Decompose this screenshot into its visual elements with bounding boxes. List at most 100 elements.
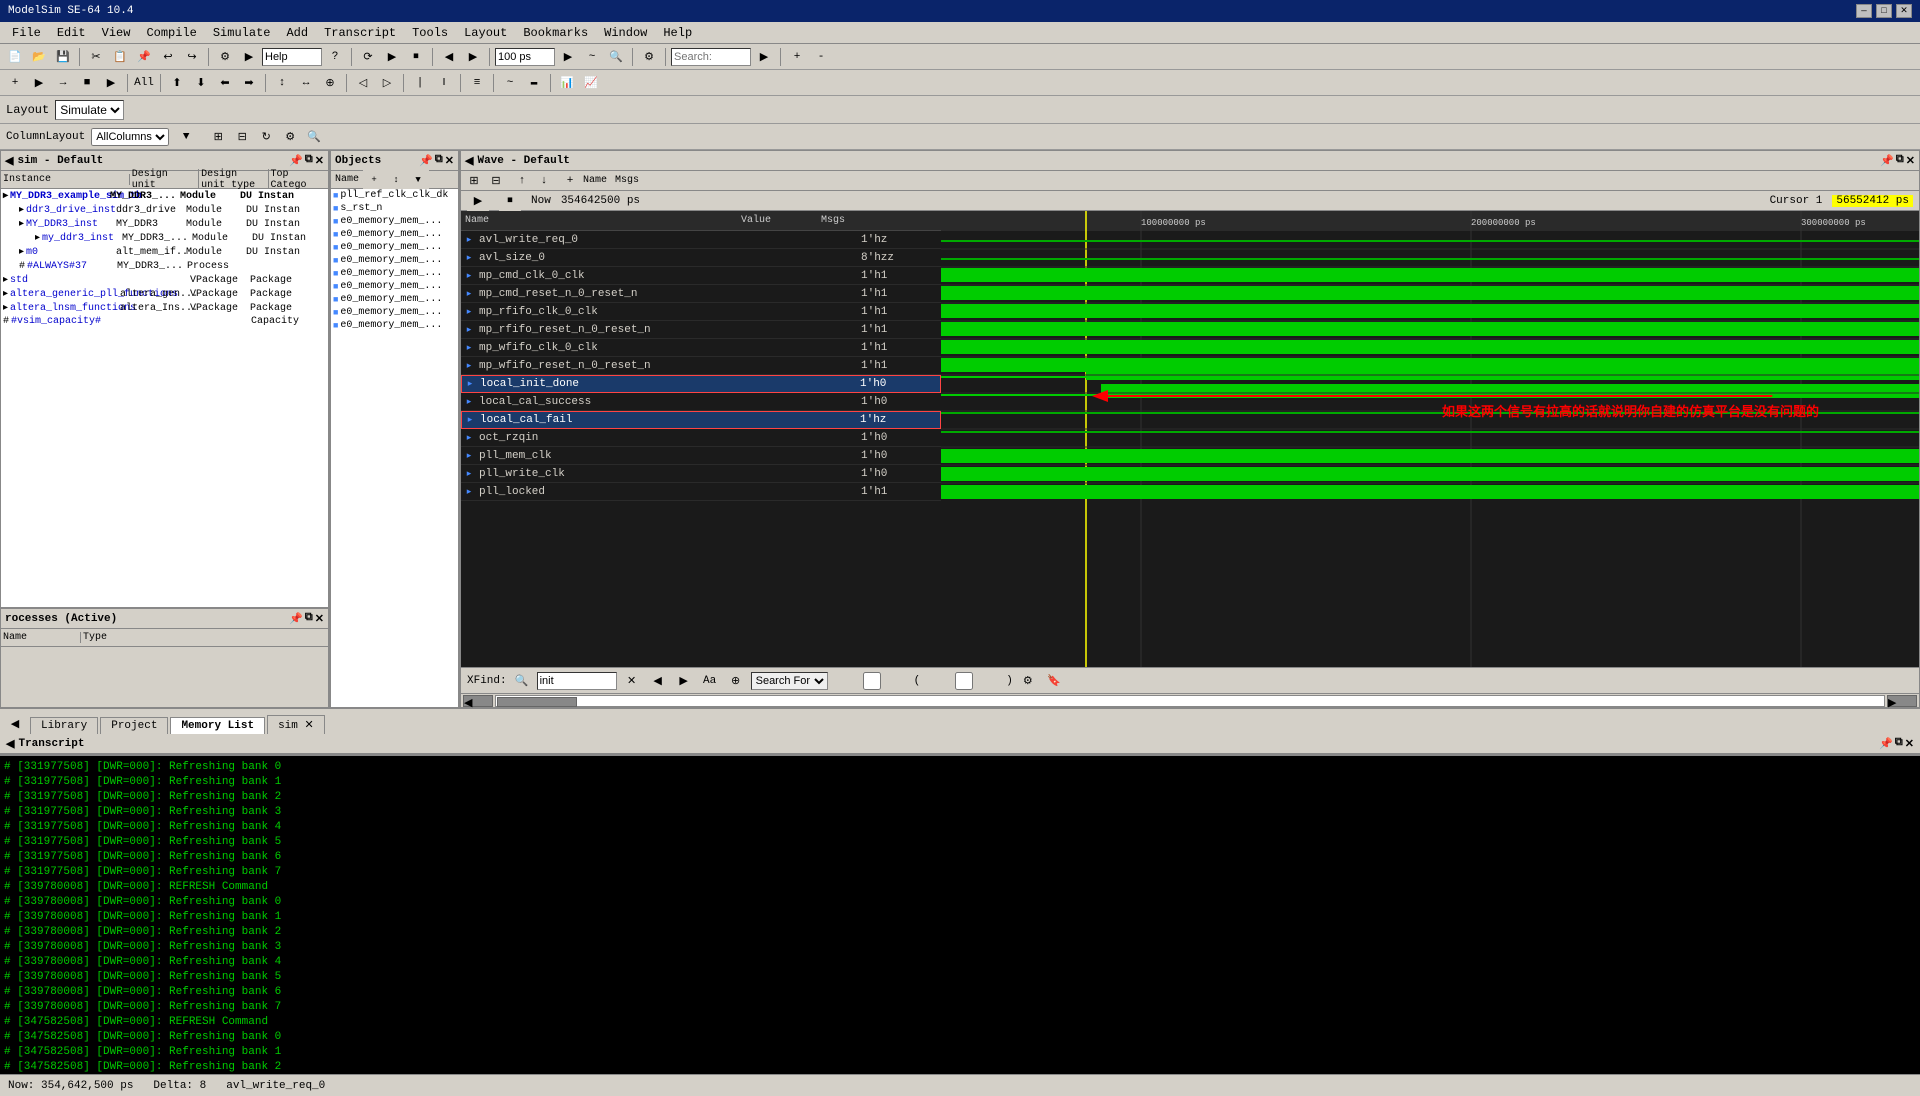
expand-btn[interactable]: ≡	[466, 73, 488, 93]
all-btn[interactable]: All	[133, 73, 155, 93]
signal-row-8[interactable]: ▸ local_init_done 1'h0	[461, 375, 941, 393]
find-clear-btn[interactable]: ✕	[621, 671, 643, 691]
obj-item-4[interactable]: ■ e0_memory_mem_...	[331, 241, 458, 254]
sim-float-btn[interactable]: ⧉	[305, 154, 313, 168]
sim-tree-item-2[interactable]: ▸ MY_DDR3_inst MY_DDR3 Module DU Instan	[1, 217, 328, 231]
wave-scroll-right-btn[interactable]: ▶	[1887, 695, 1917, 707]
menu-layout[interactable]: Layout	[456, 24, 515, 42]
zoom-in-btn[interactable]: +	[786, 47, 808, 67]
find-more-btn[interactable]: ⚙	[1017, 671, 1039, 691]
wave-add-btn[interactable]: +	[561, 173, 579, 189]
find-expand-btn[interactable]: ⊕	[725, 671, 747, 691]
sim-tree-item-0[interactable]: ▸ MY_DDR3_example_sim_tb MY_DDR3_... Mod…	[1, 189, 328, 203]
stop-btn[interactable]: ⏹	[405, 47, 427, 67]
find-next-btn[interactable]: ▶	[673, 671, 695, 691]
sim-tree-item-4[interactable]: ▸ m0 alt_mem_if... Module DU Instan	[1, 245, 328, 259]
obj-item-9[interactable]: ■ e0_memory_mem_...	[331, 306, 458, 319]
tb2-btn6[interactable]: ↔	[295, 73, 317, 93]
step-btn[interactable]: →	[52, 73, 74, 93]
tb2-btn4[interactable]: ➡	[238, 73, 260, 93]
obj-sort-btn[interactable]: ↕	[385, 170, 407, 190]
tb2-btn9[interactable]: ▷	[376, 73, 398, 93]
find-bookmark-btn[interactable]: 🔖	[1043, 671, 1065, 691]
sim-pin-btn[interactable]: 📌	[289, 154, 303, 168]
signal-row-11[interactable]: ▸ oct_rzqin 1'h0	[461, 429, 941, 447]
tb2-btn2[interactable]: ⬇	[190, 73, 212, 93]
zoom-btn[interactable]: 🔍	[605, 47, 627, 67]
settings-btn[interactable]: ⚙	[638, 47, 660, 67]
sim-btn[interactable]: ▶	[238, 47, 260, 67]
menu-tools[interactable]: Tools	[404, 24, 456, 42]
transcript-panel[interactable]: # [331977508] [DWR=000]: Refreshing bank…	[0, 754, 1920, 1074]
wave-tb1[interactable]: ⊞	[465, 173, 483, 189]
sim-tree-item-9[interactable]: # #vsim_capacity# Capacity	[1, 315, 328, 328]
zoom-out-btn[interactable]: -	[810, 47, 832, 67]
sim-tree-item-6[interactable]: ▸ std VPackage Package	[1, 273, 328, 287]
menu-compile[interactable]: Compile	[138, 24, 204, 42]
menu-add[interactable]: Add	[278, 24, 316, 42]
sim-btn2[interactable]: ▶	[28, 73, 50, 93]
find-icon-btn[interactable]: 🔍	[511, 671, 533, 691]
continue-btn[interactable]: ▶	[100, 73, 122, 93]
run-btn[interactable]: ▶	[381, 47, 403, 67]
trans-float-btn[interactable]: ⧉	[1895, 737, 1903, 751]
bus-btn[interactable]: ▬	[523, 73, 545, 93]
tb2-btn8[interactable]: ◁	[352, 73, 374, 93]
marker2-btn[interactable]: ‖	[433, 73, 455, 93]
obj-item-0[interactable]: ■ pll_ref_clk_clk_dk	[331, 189, 458, 202]
signal-row-6[interactable]: ▸ mp_wfifo_clk_0_clk 1'h1	[461, 339, 941, 357]
wave-scroll-left-btn[interactable]: ◀	[463, 695, 493, 707]
save-btn[interactable]: 💾	[52, 47, 74, 67]
column-layout-select[interactable]: AllColumns	[91, 128, 169, 146]
time-input[interactable]	[495, 48, 555, 66]
menu-edit[interactable]: Edit	[49, 24, 94, 42]
tab-sim[interactable]: sim ✕	[267, 715, 325, 734]
obj-item-6[interactable]: ■ e0_memory_mem_...	[331, 267, 458, 280]
wave-scrollbar[interactable]: ◀ ▶	[461, 693, 1919, 707]
signal-row-1[interactable]: ▸ avl_size_0 8'hzz	[461, 249, 941, 267]
wave-btn[interactable]: ~	[581, 47, 603, 67]
obj-item-1[interactable]: ■ s_rst_n	[331, 202, 458, 215]
find-checkbox2[interactable]	[924, 672, 1004, 690]
signal-row-13[interactable]: ▸ pll_write_clk 1'h0	[461, 465, 941, 483]
wave-scroll-track[interactable]	[495, 695, 1885, 707]
find-input[interactable]	[537, 672, 617, 690]
signal-row-5[interactable]: ▸ mp_rfifo_reset_n_0_reset_n 1'h1	[461, 321, 941, 339]
sim-tree-item-8[interactable]: ▸ altera_lnsm_functions altera_Ins... VP…	[1, 301, 328, 315]
col-btn2[interactable]: ⊟	[231, 127, 253, 147]
wave-stop-btn[interactable]: ⏹	[499, 191, 521, 211]
proc-close-btn[interactable]: ✕	[315, 612, 324, 626]
layout-select[interactable]: Simulate	[55, 100, 124, 120]
menu-file[interactable]: File	[4, 24, 49, 42]
sim-tree-item-3[interactable]: ▸ my_ddr3_inst MY_DDR3_... Module DU Ins…	[1, 231, 328, 245]
wave-tb3[interactable]: ↑	[513, 173, 531, 189]
tb2-btn7[interactable]: ⊕	[319, 73, 341, 93]
col-btn1[interactable]: ⊞	[207, 127, 229, 147]
col-btn3[interactable]: ↻	[255, 127, 277, 147]
signal-row-14[interactable]: ▸ pll_locked 1'h1	[461, 483, 941, 501]
tb2-btn1[interactable]: ⬆	[166, 73, 188, 93]
proc-float-btn[interactable]: ⧉	[305, 612, 313, 626]
proc-pin-btn[interactable]: 📌	[289, 612, 303, 626]
help-btn[interactable]: ?	[324, 47, 346, 67]
col-btn5[interactable]: 🔍	[303, 127, 325, 147]
sim-close-btn[interactable]: ✕	[315, 154, 324, 168]
wave-run-btn[interactable]: ▶	[467, 191, 489, 211]
break-btn[interactable]: ■	[76, 73, 98, 93]
obj-filter-btn[interactable]: ▼	[407, 170, 429, 190]
search-for-select[interactable]: Search For	[751, 672, 828, 690]
restart-btn[interactable]: ⟳	[357, 47, 379, 67]
copy-btn[interactable]: 📋	[109, 47, 131, 67]
signal-row-3[interactable]: ▸ mp_cmd_reset_n_0_reset_n 1'h1	[461, 285, 941, 303]
obj-float-btn[interactable]: ⧉	[435, 154, 443, 168]
signal-row-0[interactable]: ▸ avl_write_req_0 1'hz	[461, 231, 941, 249]
new-btn[interactable]: 📄	[4, 47, 26, 67]
minimize-button[interactable]: —	[1856, 4, 1872, 18]
trans-close-btn[interactable]: ✕	[1905, 737, 1914, 751]
signal-btn[interactable]: ~	[499, 73, 521, 93]
col-btn4[interactable]: ⚙	[279, 127, 301, 147]
tab-library[interactable]: Library	[30, 717, 98, 734]
obj-item-5[interactable]: ■ e0_memory_mem_...	[331, 254, 458, 267]
menu-transcript[interactable]: Transcript	[316, 24, 404, 42]
obj-item-10[interactable]: ■ e0_memory_mem_...	[331, 319, 458, 332]
